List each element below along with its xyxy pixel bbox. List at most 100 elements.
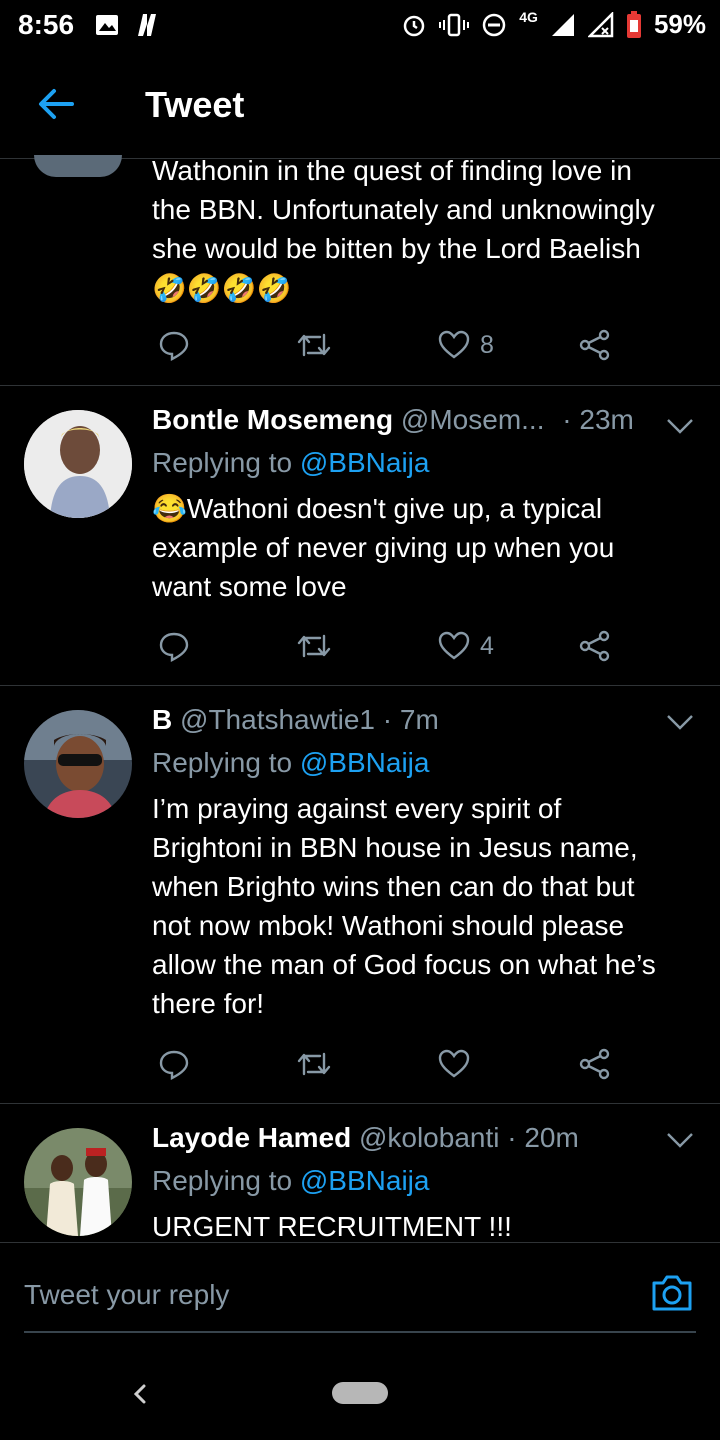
tweet-text-line: when Brighto wins then can do that but xyxy=(152,871,635,902)
user-name[interactable]: Bontle Mosemeng xyxy=(152,404,393,435)
battery-icon xyxy=(626,10,641,38)
share-button[interactable] xyxy=(578,1044,612,1084)
replying-label: Replying to xyxy=(152,747,293,778)
reply-composer: Tweet your reply xyxy=(0,1242,720,1353)
status-bar: 8:56 4G 59% xyxy=(0,0,720,50)
status-time: 8:56 xyxy=(18,9,75,40)
tweet-text: 😂Wathoni doesn't give up, a typical exam… xyxy=(152,489,702,606)
nav-back-icon[interactable] xyxy=(128,1378,152,1410)
avatar-photo xyxy=(24,710,132,818)
tweet-time: · 20m xyxy=(507,1122,579,1153)
tweet-actions xyxy=(152,1044,692,1084)
chevron-down-icon[interactable] xyxy=(664,416,696,436)
tweet-text-line: example of never giving up when you xyxy=(152,532,615,563)
back-arrow-icon[interactable] xyxy=(36,84,76,124)
user-name[interactable]: Layode Hamed xyxy=(152,1122,351,1153)
notification-icons xyxy=(94,12,160,38)
share-icon xyxy=(579,630,610,662)
tweet-text: Wathonin in the quest of finding love in… xyxy=(152,151,702,308)
tweet-header: Bontle Mosemeng @Mosem... · 23m xyxy=(152,404,634,436)
retweet-button[interactable] xyxy=(296,325,332,365)
like-button[interactable] xyxy=(438,1044,480,1084)
signal-no-service-icon xyxy=(587,11,614,37)
tweet-text-line: 😂Wathoni doesn't give up, a typical xyxy=(152,493,603,524)
like-button[interactable]: 8 xyxy=(438,325,494,365)
share-icon xyxy=(579,1048,610,1080)
tweet-emoji: 🤣🤣🤣🤣 xyxy=(152,273,292,304)
share-icon xyxy=(579,329,610,361)
gallery-notification-icon xyxy=(96,15,118,35)
replying-to: Replying to @BBNaija xyxy=(152,747,429,779)
netflix-notification-icon xyxy=(138,14,156,36)
input-underline xyxy=(24,1331,696,1333)
chevron-down-icon[interactable] xyxy=(664,712,696,732)
user-handle[interactable]: @kolobanti xyxy=(359,1122,500,1153)
tweet-text-line: URGENT RECRUITMENT !!! xyxy=(152,1211,512,1242)
retweet-icon xyxy=(297,333,331,357)
reply-input[interactable]: Tweet your reply xyxy=(24,1279,229,1311)
replying-label: Replying to xyxy=(152,447,293,478)
mention-link[interactable]: @BBNaija xyxy=(300,1165,430,1196)
camera-icon[interactable] xyxy=(650,1273,694,1313)
retweet-icon xyxy=(297,634,331,658)
tweet-text-line: I’m praying against every spirit of xyxy=(152,793,562,824)
system-nav-bar xyxy=(0,1352,720,1440)
speech-bubble-icon xyxy=(159,1050,189,1080)
tweet-text-line: there for! xyxy=(152,988,265,1019)
replying-to: Replying to @BBNaija xyxy=(152,447,429,479)
avatar[interactable] xyxy=(24,710,132,818)
replying-label: Replying to xyxy=(152,1165,293,1196)
avatar[interactable] xyxy=(24,410,132,518)
reply-button[interactable] xyxy=(158,626,190,666)
avatar-photo xyxy=(24,410,132,518)
tweet-item[interactable]: Layode Hamed @kolobanti · 20m Replying t… xyxy=(0,1104,720,1242)
like-count: 4 xyxy=(480,631,494,660)
reply-button[interactable] xyxy=(158,1044,190,1084)
alarm-icon xyxy=(404,15,425,36)
tweet-header: Layode Hamed @kolobanti · 20m xyxy=(152,1122,579,1154)
tweet-text-line: she would be bitten by the Lord Baelish xyxy=(152,233,641,264)
avatar[interactable] xyxy=(34,155,122,177)
speech-bubble-icon xyxy=(159,632,189,662)
replying-to: Replying to @BBNaija xyxy=(152,1165,429,1197)
battery-percent: 59% xyxy=(653,9,706,39)
retweet-button[interactable] xyxy=(296,626,332,666)
user-handle[interactable]: @Mosem... xyxy=(401,404,545,435)
system-icons: 4G 59% xyxy=(401,9,706,40)
tweet-item[interactable]: Wathonin in the quest of finding love in… xyxy=(0,155,720,385)
share-button[interactable] xyxy=(578,325,612,365)
vibrate-icon xyxy=(439,13,470,36)
tweet-text-line: Brightoni in BBN house in Jesus name, xyxy=(152,832,638,863)
network-type: 4G xyxy=(519,8,538,25)
tweet-time: · 7m xyxy=(382,704,439,735)
tweet-text-line: not now mbok! Wathoni should please xyxy=(152,910,625,941)
retweet-icon xyxy=(297,1052,331,1076)
like-button[interactable]: 4 xyxy=(438,626,494,666)
tweet-actions: 8 xyxy=(152,325,692,365)
tweet-text: I’m praying against every spirit of Brig… xyxy=(152,789,702,1023)
tweet-item[interactable]: B @Thatshawtie1 · 7m Replying to @BBNaij… xyxy=(0,686,720,1103)
tweet-time: · 23m xyxy=(562,404,634,435)
tweet-item[interactable]: Bontle Mosemeng @Mosem... · 23m Replying… xyxy=(0,386,720,685)
tweet-text-line: allow the man of God focus on what he’s xyxy=(152,949,656,980)
tweet-text-line: want some love xyxy=(152,571,347,602)
tweet-text-line: Wathonin in the quest of finding love in xyxy=(152,155,632,186)
tweet-text: URGENT RECRUITMENT !!! xyxy=(152,1207,702,1242)
tweet-text-line: the BBN. Unfortunately and unknowingly xyxy=(152,194,655,225)
reply-button[interactable] xyxy=(158,325,190,365)
page-title: Tweet xyxy=(145,84,245,125)
user-handle[interactable]: @Thatshawtie1 xyxy=(180,704,375,735)
mention-link[interactable]: @BBNaija xyxy=(300,447,430,478)
heart-icon xyxy=(438,330,470,359)
home-pill[interactable] xyxy=(332,1382,388,1404)
chevron-down-icon[interactable] xyxy=(664,1130,696,1150)
app-bar: Tweet xyxy=(0,50,720,158)
tweet-header: B @Thatshawtie1 · 7m xyxy=(152,704,439,736)
user-name[interactable]: B xyxy=(152,704,172,735)
mention-link[interactable]: @BBNaija xyxy=(300,747,430,778)
signal-icon xyxy=(551,13,574,36)
share-button[interactable] xyxy=(578,626,612,666)
avatar[interactable] xyxy=(24,1128,132,1236)
like-count: 8 xyxy=(480,330,494,359)
retweet-button[interactable] xyxy=(296,1044,332,1084)
